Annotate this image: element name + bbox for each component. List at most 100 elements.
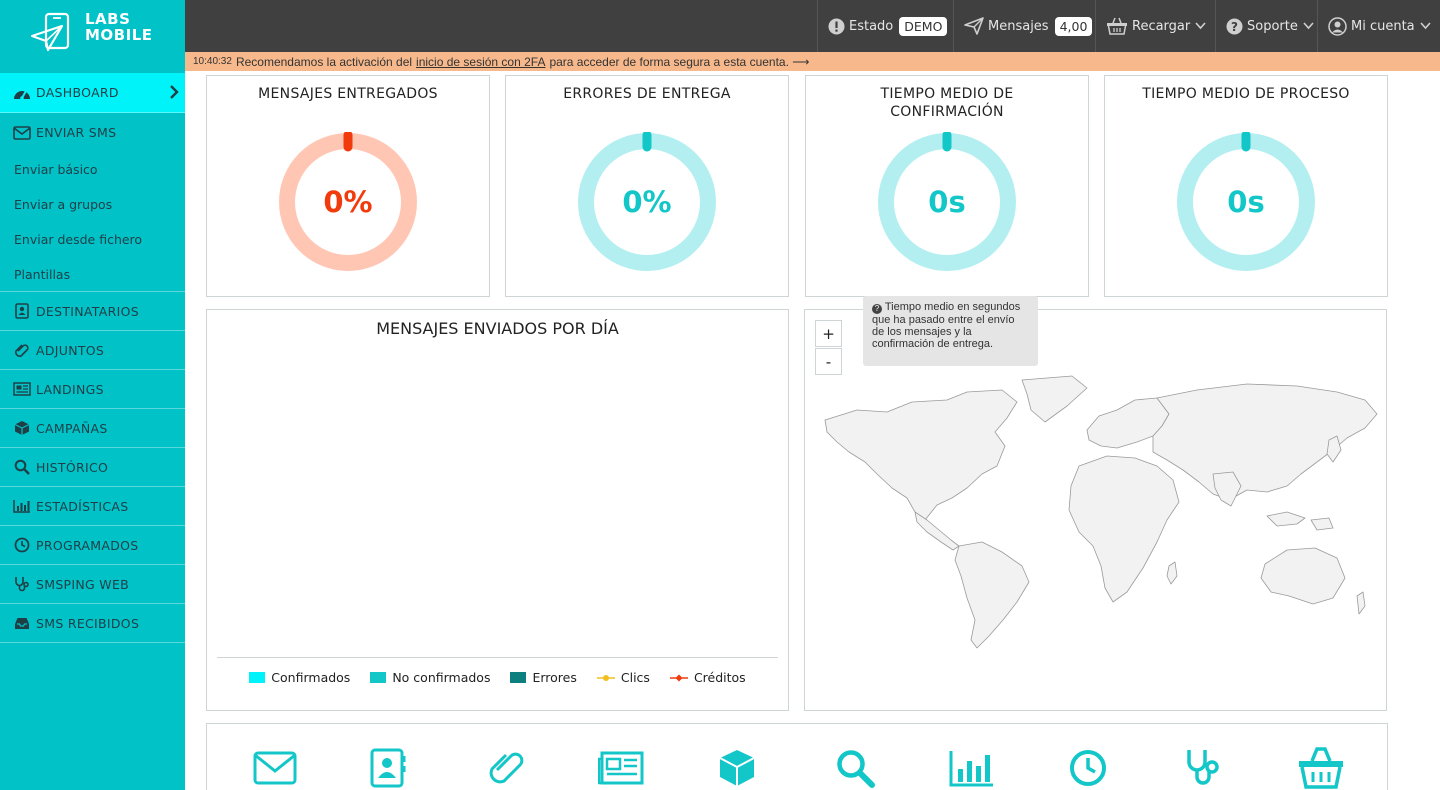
chevron-right-icon bbox=[169, 85, 179, 102]
sidebar-item-sms-recibidos[interactable]: SMS RECIBIDOS bbox=[0, 604, 185, 643]
clock-icon bbox=[12, 537, 32, 553]
sidebar-item-smsping[interactable]: SMSPING WEB bbox=[0, 565, 185, 604]
sidebar-item-enviar-sms[interactable]: ENVIAR SMS bbox=[0, 113, 185, 152]
legend-line-marker bbox=[669, 674, 688, 681]
dashboard-icon bbox=[12, 85, 32, 101]
estado-menu[interactable]: Estado DEMO bbox=[817, 0, 953, 52]
sidebar-item-label: DESTINATARIOS bbox=[36, 303, 139, 319]
newspaper-icon bbox=[12, 381, 32, 397]
stat-value: 0s bbox=[1227, 185, 1265, 219]
brand-name: LABS MOBILE bbox=[85, 10, 153, 44]
alert-text-before: Recomendamos la activación del bbox=[235, 54, 413, 69]
legend-swatch bbox=[370, 672, 387, 683]
sidebar-item-campanas[interactable]: CAMPAÑAS bbox=[0, 409, 185, 448]
bar-chart-icon bbox=[12, 498, 32, 514]
chart-legend: Confirmados No confirmados Errores Clics… bbox=[217, 657, 778, 697]
legend-label: Errores bbox=[532, 670, 577, 685]
recargar-menu[interactable]: Recargar bbox=[1095, 0, 1215, 52]
sidebar-item-destinatarios[interactable]: DESTINATARIOS bbox=[0, 292, 185, 331]
alert-2fa-link[interactable]: inicio de sesión con 2FA bbox=[416, 55, 545, 69]
contacts-icon[interactable] bbox=[363, 746, 413, 790]
question-circle-icon: ? bbox=[1226, 18, 1243, 35]
stat-value: 0% bbox=[622, 185, 672, 219]
world-map-card bbox=[804, 309, 1387, 711]
legend-creditos[interactable]: Créditos bbox=[669, 670, 746, 685]
stat-title: ERRORES DE ENTREGA bbox=[563, 86, 731, 102]
legend-swatch bbox=[249, 672, 266, 683]
legend-no-confirmados[interactable]: No confirmados bbox=[370, 670, 490, 685]
sidebar-subitem-enviar-grupos[interactable]: Enviar a grupos bbox=[0, 187, 185, 222]
cube-icon[interactable] bbox=[712, 746, 762, 790]
stethoscope-icon[interactable] bbox=[1178, 746, 1228, 790]
sidebar-item-estadisticas[interactable]: ESTADÍSTICAS bbox=[0, 487, 185, 526]
chevron-down-icon bbox=[1420, 22, 1431, 30]
sidebar-subitem-enviar-fichero[interactable]: Enviar desde fichero bbox=[0, 222, 185, 257]
paper-plane-icon bbox=[964, 17, 984, 35]
inbox-icon bbox=[12, 615, 32, 631]
sidebar-item-programados[interactable]: PROGRAMADOS bbox=[0, 526, 185, 565]
clock-icon[interactable] bbox=[1063, 746, 1113, 790]
world-map[interactable] bbox=[817, 370, 1382, 650]
tooltip-text: Tiempo medio en segundos que ha pasado e… bbox=[872, 301, 1021, 350]
paper-plane-phone-icon bbox=[30, 12, 70, 52]
estado-badge: DEMO bbox=[899, 16, 948, 36]
sidebar-item-label: SMSPING WEB bbox=[36, 576, 130, 592]
soporte-menu[interactable]: ? Soporte bbox=[1215, 0, 1317, 52]
paperclip-icon[interactable] bbox=[482, 746, 532, 790]
chart-title: MENSAJES ENVIADOS POR DÍA bbox=[376, 319, 619, 338]
gauge-entregados: 0% bbox=[278, 130, 418, 272]
legend-confirmados[interactable]: Confirmados bbox=[249, 670, 350, 685]
sidebar-subitem-plantillas[interactable]: Plantillas bbox=[0, 257, 185, 292]
search-icon[interactable] bbox=[830, 746, 880, 790]
stethoscope-icon bbox=[12, 576, 32, 592]
sidebar-item-label: DASHBOARD bbox=[36, 85, 119, 100]
stat-card-proceso: TIEMPO MEDIO DE PROCESO 0s bbox=[1104, 75, 1388, 297]
stat-title: TIEMPO MEDIO DE PROCESO bbox=[1142, 86, 1350, 102]
sidebar-subitem-enviar-basico[interactable]: Enviar básico bbox=[0, 152, 185, 187]
newspaper-icon[interactable] bbox=[596, 746, 646, 790]
sidebar-item-label: HISTÓRICO bbox=[36, 459, 109, 475]
svg-text:?: ? bbox=[1231, 20, 1238, 34]
legend-label: Clics bbox=[620, 670, 650, 685]
info-tooltip: ? Tiempo medio en segundos que ha pasado… bbox=[863, 296, 1038, 366]
stat-title: MENSAJES ENTREGADOS bbox=[258, 86, 438, 102]
contacts-icon bbox=[12, 303, 32, 319]
sidebar-item-label: ADJUNTOS bbox=[36, 342, 105, 358]
sidebar-item-label: PROGRAMADOS bbox=[36, 537, 139, 553]
map-zoom-in-button[interactable]: + bbox=[815, 320, 842, 347]
sidebar-item-landings[interactable]: LANDINGS bbox=[0, 370, 185, 409]
topbar: Estado DEMO Mensajes 4,00 Recargar ? Sop… bbox=[185, 0, 1440, 52]
sidebar-nav: DASHBOARD ENVIAR SMS Enviar básico Envia… bbox=[0, 73, 185, 643]
basket-icon[interactable] bbox=[1296, 746, 1346, 790]
chevron-down-icon bbox=[1195, 22, 1206, 30]
mi-cuenta-menu[interactable]: Mi cuenta bbox=[1317, 0, 1440, 52]
legend-clics[interactable]: Clics bbox=[596, 670, 650, 685]
sidebar-item-label: ENVIAR SMS bbox=[36, 125, 117, 140]
stat-card-entregados: MENSAJES ENTREGADOS 0% bbox=[206, 75, 490, 297]
stat-card-confirmacion: TIEMPO MEDIO DE CONFIRMACIÓN 0s bbox=[805, 75, 1089, 297]
sidebar-item-adjuntos[interactable]: ADJUNTOS bbox=[0, 331, 185, 370]
legend-errores[interactable]: Errores bbox=[510, 670, 577, 685]
sidebar-item-label: LANDINGS bbox=[36, 381, 104, 397]
stat-card-errores: ERRORES DE ENTREGA 0% bbox=[505, 75, 789, 297]
envelope-icon[interactable] bbox=[250, 746, 300, 790]
mensajes-menu[interactable]: Mensajes 4,00 bbox=[953, 0, 1095, 52]
sidebar-item-historico[interactable]: HISTÓRICO bbox=[0, 448, 185, 487]
paperclip-icon bbox=[12, 342, 32, 358]
alert-circle-icon bbox=[828, 18, 845, 35]
bar-chart-icon[interactable] bbox=[947, 746, 997, 790]
legend-line-marker bbox=[596, 674, 615, 681]
search-icon bbox=[12, 459, 32, 475]
mensajes-label: Mensajes bbox=[988, 18, 1049, 34]
recargar-label: Recargar bbox=[1132, 18, 1191, 34]
legend-label: Confirmados bbox=[271, 670, 351, 685]
soporte-label: Soporte bbox=[1247, 18, 1298, 34]
legend-label: Créditos bbox=[693, 670, 746, 685]
sidebar-item-label: ESTADÍSTICAS bbox=[36, 498, 129, 514]
alert-text-after: para acceder de forma segura a esta cuen… bbox=[549, 54, 810, 69]
brand-logo[interactable]: LABS MOBILE bbox=[0, 0, 185, 52]
legend-label: No confirmados bbox=[392, 670, 491, 685]
sidebar-item-dashboard[interactable]: DASHBOARD bbox=[0, 73, 185, 113]
stat-value: 0% bbox=[323, 185, 373, 219]
map-zoom-out-button[interactable]: - bbox=[815, 348, 842, 375]
